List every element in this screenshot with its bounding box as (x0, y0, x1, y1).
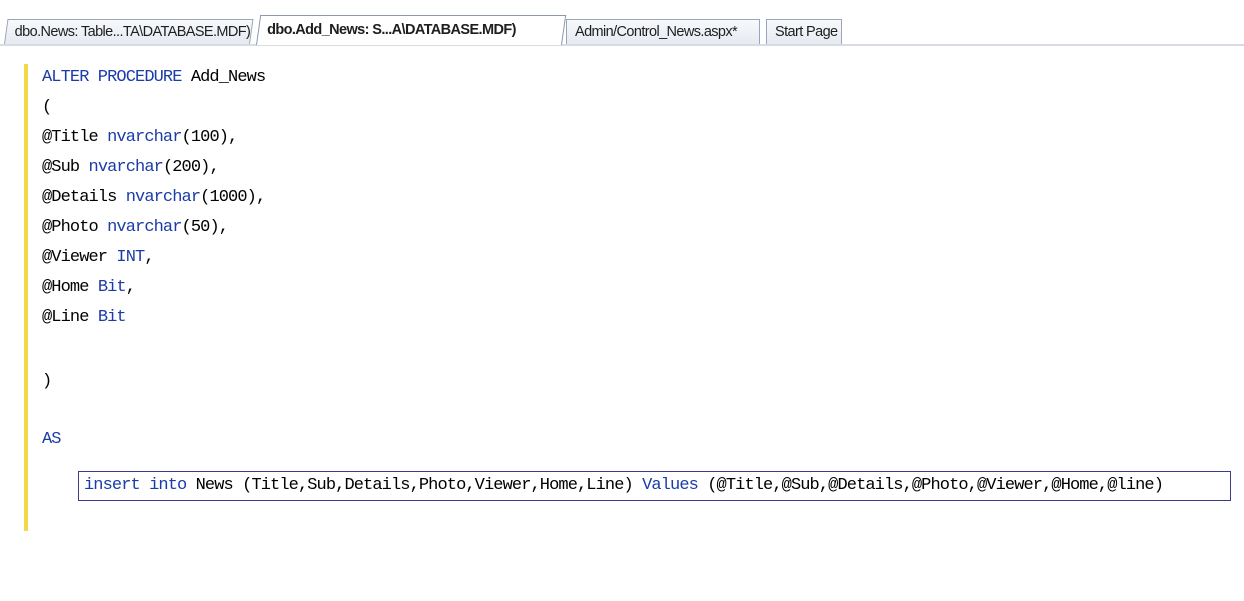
data-type: nvarchar (107, 218, 182, 237)
parameter: @Title (42, 128, 108, 147)
tab-label: Start Page (775, 24, 838, 40)
parameter: @Home (42, 278, 98, 297)
code-line-2[interactable]: ( (42, 98, 52, 118)
data-type: nvarchar (125, 188, 201, 207)
data-type: Bit (97, 278, 127, 297)
separator: , (144, 248, 154, 267)
type-size: (200), (162, 158, 220, 177)
tab-control-news-aspx[interactable]: Admin/Control_News.aspx* (566, 19, 760, 44)
code-line-4[interactable]: @Sub nvarchar(200), (42, 158, 220, 178)
code-line-8[interactable]: @Home Bit, (42, 278, 136, 298)
parameter: @Photo (42, 218, 108, 237)
data-type: Bit (97, 308, 127, 327)
type-size: (100), (181, 128, 239, 147)
change-tracking-margin (24, 64, 28, 531)
tab-label: dbo.Add_News: S...A\DATABASE.MDF) (267, 22, 516, 38)
code-line-12[interactable]: insert into News (Title,Sub,Details,Phot… (84, 476, 1164, 496)
keyword: Values (642, 476, 699, 495)
type-size: (50), (181, 218, 229, 237)
data-type: INT (116, 248, 145, 267)
close-paren: ) (42, 372, 52, 391)
code-line-6[interactable]: @Photo nvarchar(50), (42, 218, 229, 238)
tab-add-news-procedure[interactable]: dbo.Add_News: S...A\DATABASE.MDF) (256, 15, 567, 45)
parameter: @Sub (42, 158, 89, 177)
code-line-5[interactable]: @Details nvarchar(1000), (42, 188, 266, 208)
procedure-name: Add_News (181, 68, 266, 87)
values-list: (@Title,@Sub,@Details,@Photo,@Viewer,@Ho… (697, 476, 1164, 495)
open-paren: ( (42, 98, 52, 117)
data-type: nvarchar (88, 158, 164, 177)
table-columns: News (Title,Sub,Details,Photo,Viewer,Hom… (186, 476, 643, 495)
keyword: insert into (84, 476, 187, 495)
parameter: @Line (42, 308, 98, 327)
separator: , (125, 278, 136, 297)
tab-label: dbo.News: Table...TA\DATABASE.MDF) (14, 24, 251, 40)
keyword: ALTER PROCEDURE (42, 68, 182, 87)
code-line-9[interactable]: @Line Bit (42, 308, 127, 328)
code-line-1[interactable]: ALTER PROCEDURE Add_News (42, 68, 266, 88)
tab-news-table[interactable]: dbo.News: Table...TA\DATABASE.MDF) (4, 19, 254, 44)
code-editor[interactable]: ALTER PROCEDURE Add_News ( @Title nvarch… (0, 46, 1244, 601)
code-line-7[interactable]: @Viewer INT, (42, 248, 155, 268)
parameter: @Details (42, 188, 126, 207)
code-line-11[interactable]: AS (42, 430, 61, 450)
tab-label: Admin/Control_News.aspx* (575, 24, 738, 40)
code-line-3[interactable]: @Title nvarchar(100), (42, 128, 239, 148)
keyword: AS (42, 430, 61, 449)
parameter: @Viewer (42, 248, 117, 267)
type-size: (1000), (200, 188, 266, 207)
data-type: nvarchar (107, 128, 182, 147)
document-tab-strip: dbo.News: Table...TA\DATABASE.MDF) dbo.A… (0, 0, 1244, 46)
tab-start-page[interactable]: Start Page (766, 19, 842, 44)
code-line-10[interactable]: ) (42, 372, 52, 392)
